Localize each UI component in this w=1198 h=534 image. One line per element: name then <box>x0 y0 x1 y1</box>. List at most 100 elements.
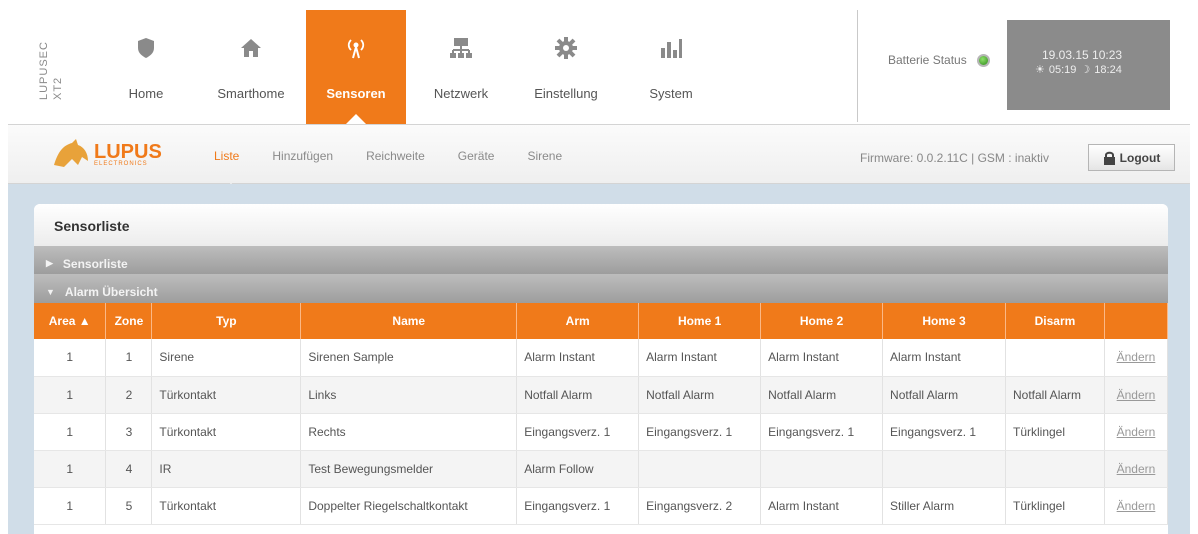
cell-typ: Sirene <box>151 339 302 377</box>
cell-disarm: Notfall Alarm <box>1005 376 1105 414</box>
cell-zone: 1 <box>105 339 153 377</box>
battery-indicator-icon <box>976 53 990 67</box>
main-nav: Home Smarthome Sensoren Netzwerk Einstel… <box>96 10 726 124</box>
nav-item-home[interactable]: Home <box>96 10 196 124</box>
lupus-logo: LUPUS ELECTRONICS <box>52 139 192 169</box>
panel-title: Sensorliste <box>34 204 1168 246</box>
subnav-reichweite[interactable]: Reichweite <box>366 149 425 163</box>
subnav-liste[interactable]: Liste <box>214 149 239 190</box>
logout-label: Logout <box>1119 150 1161 165</box>
cell-home2: Alarm Instant <box>760 487 884 525</box>
edit-link[interactable]: Ändern <box>1117 350 1156 364</box>
table-row: 1 2 Türkontakt Links Notfall Alarm Notfa… <box>34 376 1168 414</box>
moon-icon: ☽ <box>1080 64 1091 76</box>
sensor-list-panel: Sensorliste ▶ Sensorliste ▼ Alarm Übersi… <box>34 204 1168 534</box>
nav-item-netzwerk[interactable]: Netzwerk <box>411 10 511 124</box>
sun-times: ☀ 05:19 ☽ 18:24 <box>1035 63 1122 77</box>
nav-item-label: Netzwerk <box>433 86 489 101</box>
cell-area: 1 <box>34 376 107 414</box>
cell-area: 1 <box>34 413 107 451</box>
cell-disarm: Türklingel <box>1005 487 1105 525</box>
col-header-zone[interactable]: Zone <box>105 303 153 339</box>
antenna-icon <box>347 39 365 59</box>
accordion-sensorliste[interactable]: ▶ Sensorliste <box>34 246 1168 274</box>
caret-right-icon: ▶ <box>46 258 53 268</box>
battery-status: Batterie Status <box>888 53 990 67</box>
gear-icon <box>555 37 577 59</box>
cell-home2 <box>760 450 884 488</box>
cell-name: Test Bewegungsmelder <box>300 450 518 488</box>
edit-link[interactable]: Ändern <box>1117 388 1156 402</box>
top-navigation-bar: LUPUSEC XT2 Home Smarthome Sensoren Netz… <box>0 0 1198 124</box>
nav-item-label: System <box>649 86 693 101</box>
cell-action: Ändern <box>1104 450 1168 488</box>
edit-link[interactable]: Ändern <box>1117 425 1156 439</box>
sunrise-time: 05:19 <box>1048 63 1077 76</box>
sunset-time: 18:24 <box>1094 63 1122 76</box>
cell-action: Ändern <box>1104 413 1168 451</box>
cell-action: Ändern <box>1104 339 1168 377</box>
table-row: 1 1 Sirene Sirenen Sample Alarm Instant … <box>34 339 1168 377</box>
cell-arm: Alarm Instant <box>516 339 640 377</box>
col-header-action <box>1104 303 1168 339</box>
divider <box>857 10 858 122</box>
cell-arm: Alarm Follow <box>516 450 640 488</box>
col-header-home1[interactable]: Home 1 <box>638 303 762 339</box>
nav-item-einstellung[interactable]: Einstellung <box>516 10 616 124</box>
accordion-label: Sensorliste <box>62 256 128 271</box>
cell-zone: 5 <box>105 487 153 525</box>
logout-button[interactable]: Logout <box>1088 144 1175 171</box>
cell-home3 <box>882 450 1006 488</box>
wolf-icon <box>54 139 88 167</box>
cell-area: 1 <box>34 450 107 488</box>
battery-status-label: Batterie Status <box>888 53 967 67</box>
cell-home3: Notfall Alarm <box>882 376 1006 414</box>
cell-arm: Notfall Alarm <box>516 376 640 414</box>
cell-area: 1 <box>34 487 107 525</box>
cell-action: Ändern <box>1104 487 1168 525</box>
subnav-geraete[interactable]: Geräte <box>458 149 495 163</box>
edit-link[interactable]: Ändern <box>1117 499 1156 513</box>
col-header-home3[interactable]: Home 3 <box>882 303 1006 339</box>
nav-item-label: Smarthome <box>217 86 285 101</box>
brand-line-2: XT2 <box>52 76 64 100</box>
cell-zone: 4 <box>105 450 153 488</box>
col-header-area[interactable]: Area ▲ <box>34 303 107 339</box>
col-header-typ[interactable]: Typ <box>151 303 302 339</box>
accordion-alarm-uebersicht[interactable]: ▼ Alarm Übersicht <box>34 274 1168 303</box>
cell-arm: Eingangsverz. 1 <box>516 487 640 525</box>
col-header-disarm[interactable]: Disarm <box>1005 303 1105 339</box>
col-header-home2[interactable]: Home 2 <box>760 303 884 339</box>
nav-item-sensoren[interactable]: Sensoren <box>306 10 406 124</box>
alarm-table: Area ▲ Zone Typ Name Arm Home 1 Home 2 H… <box>34 303 1168 525</box>
cell-arm: Eingangsverz. 1 <box>516 413 640 451</box>
cell-home3: Alarm Instant <box>882 339 1006 377</box>
nav-item-smarthome[interactable]: Smarthome <box>201 10 301 124</box>
col-header-arm[interactable]: Arm <box>516 303 640 339</box>
cell-home1 <box>638 450 762 488</box>
cell-home2: Notfall Alarm <box>760 376 884 414</box>
col-header-name[interactable]: Name <box>300 303 518 339</box>
house-icon <box>241 39 261 57</box>
nav-item-system[interactable]: System <box>621 10 721 124</box>
sub-nav: Liste Hinzufügen Reichweite Geräte Siren… <box>214 149 595 190</box>
cell-zone: 2 <box>105 376 153 414</box>
cell-zone: 3 <box>105 413 153 451</box>
cell-home3: Eingangsverz. 1 <box>882 413 1006 451</box>
nav-item-label: Home <box>128 86 164 101</box>
cell-home1: Eingangsverz. 2 <box>638 487 762 525</box>
logo-subtitle: ELECTRONICS <box>94 161 148 167</box>
datetime: 19.03.15 10:23 <box>1042 48 1123 62</box>
network-icon <box>450 38 472 58</box>
bar-chart-icon <box>661 39 682 58</box>
subnav-sirene[interactable]: Sirene <box>527 149 562 163</box>
cell-name: Rechts <box>300 413 518 451</box>
subnav-hinzufuegen[interactable]: Hinzufügen <box>272 149 333 163</box>
table-header-row: Area ▲ Zone Typ Name Arm Home 1 Home 2 H… <box>34 303 1168 339</box>
table-row: 1 4 IR Test Bewegungsmelder Alarm Follow… <box>34 450 1168 488</box>
cell-name: Doppelter Riegelschaltkontakt <box>300 487 518 525</box>
cell-home2: Alarm Instant <box>760 339 884 377</box>
edit-link[interactable]: Ändern <box>1117 462 1156 476</box>
cell-home2: Eingangsverz. 1 <box>760 413 884 451</box>
lock-icon <box>1103 151 1115 165</box>
